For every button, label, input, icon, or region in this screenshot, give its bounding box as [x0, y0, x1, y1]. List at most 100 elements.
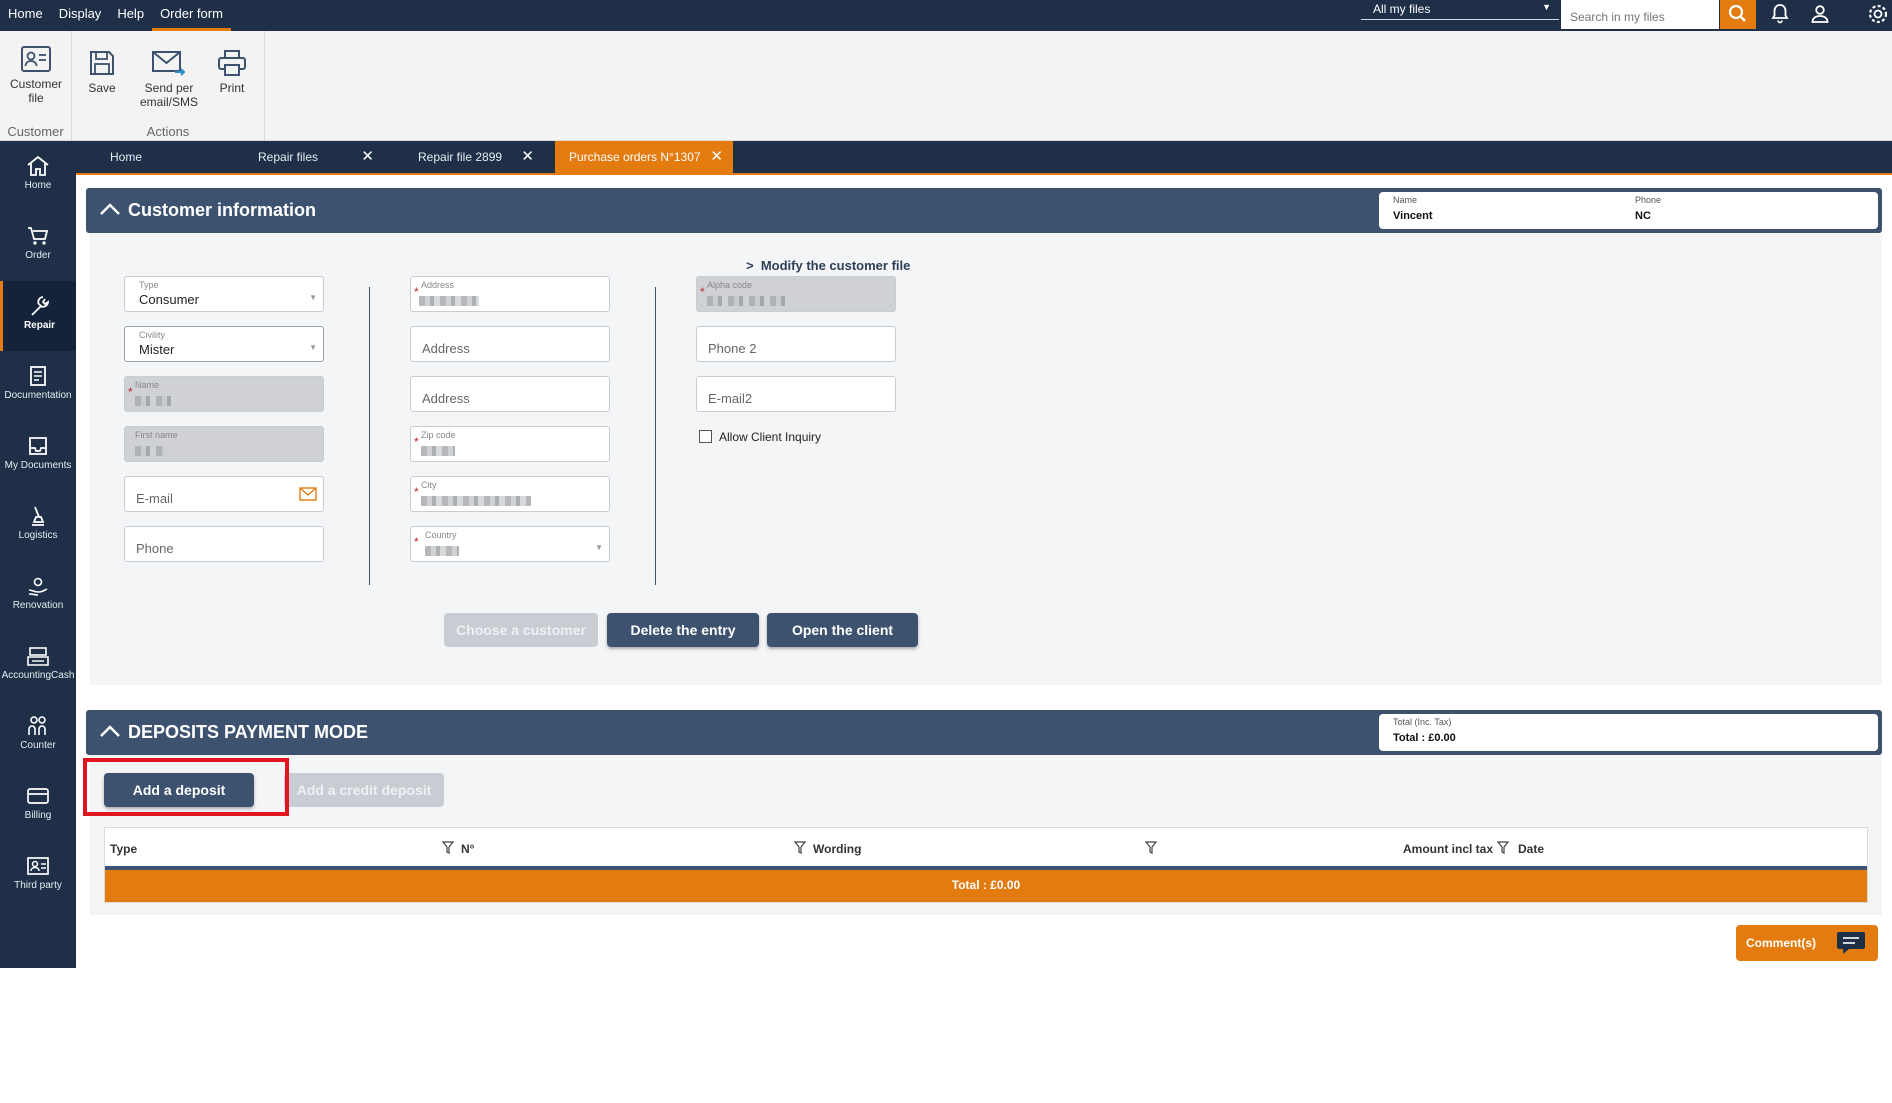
print-button[interactable]: Print [208, 49, 256, 95]
table-footer-total: Total : £0.00 [105, 870, 1867, 902]
mail-icon[interactable] [299, 486, 317, 502]
modify-customer-link[interactable]: > Modify the customer file [746, 258, 910, 273]
alpha-code-field[interactable]: * Alpha code [696, 276, 896, 312]
sidebar-item-third-party[interactable]: Third party [0, 841, 76, 911]
filter-icon[interactable] [1497, 841, 1509, 855]
sidebar-item-accounting-cash[interactable]: AccountingCash [0, 631, 76, 701]
sidebar-item-documentation[interactable]: Documentation [0, 351, 76, 421]
tab-home[interactable]: Home [76, 141, 224, 173]
close-icon[interactable]: ✕ [521, 141, 534, 173]
files-filter-select[interactable]: All my files ▼ [1361, 0, 1559, 20]
customer-file-label-1: Customer [9, 77, 62, 91]
city-field[interactable]: * City [410, 476, 610, 512]
zip-code-field[interactable]: * Zip code [410, 426, 610, 462]
chevron-up-icon[interactable] [98, 197, 122, 221]
first-name-field[interactable]: First name [124, 426, 324, 462]
bell-icon[interactable] [1768, 2, 1792, 26]
sidebar-item-home[interactable]: Home [0, 141, 76, 211]
allow-client-inquiry-checkbox[interactable] [699, 430, 712, 443]
sidebar-item-order[interactable]: Order [0, 211, 76, 281]
chat-bubble-icon [1837, 932, 1865, 954]
home-icon [27, 155, 49, 176]
customer-summary-box: Name Vincent Phone NC [1379, 192, 1878, 229]
phone2-field[interactable]: Phone 2 [696, 326, 896, 362]
total-label: Total (Inc. Tax) [1393, 717, 1452, 727]
renovation-icon [28, 577, 48, 596]
menu-home[interactable]: Home [0, 0, 51, 31]
tabs-bar: Home Repair files ✕ Repair file 2899 ✕ Pur… [76, 141, 1892, 173]
close-icon[interactable]: ✕ [361, 141, 374, 173]
required-marker: * [700, 285, 705, 299]
sidebar-item-billing[interactable]: Billing [0, 771, 76, 841]
save-button[interactable]: Save [78, 49, 126, 95]
deposits-section-header[interactable]: DEPOSITS PAYMENT MODE Total (Inc. Tax) T… [86, 710, 1882, 755]
tab-label: Repair file 2899 [418, 150, 503, 164]
customer-file-button[interactable]: Customer file [4, 45, 68, 105]
sidebar-item-repair[interactable]: Repair [0, 281, 76, 351]
open-client-button[interactable]: Open the client [767, 613, 918, 647]
menu-order-form[interactable]: Order form [152, 0, 231, 31]
type-select[interactable]: Type Consumer ▼ [124, 276, 324, 312]
search-button[interactable] [1720, 0, 1756, 29]
choose-customer-button[interactable]: Choose a customer [444, 613, 598, 647]
search-input[interactable]: Search in my files [1561, 0, 1719, 29]
sidebar-label: AccountingCash [1, 670, 75, 681]
name-field[interactable]: * Name [124, 376, 324, 412]
tab-purchase-order[interactable]: Purchase orders N°1307 ✕ [555, 141, 733, 173]
column-header-type[interactable]: Type [110, 842, 137, 856]
filter-icon[interactable] [794, 841, 806, 855]
tab-label: Home [110, 150, 143, 164]
column-header-date[interactable]: Date [1518, 842, 1544, 856]
save-label: Save [88, 81, 116, 95]
comments-button[interactable]: Comment(s) [1736, 925, 1878, 961]
menu-display[interactable]: Display [51, 0, 110, 31]
sidebar-item-logistics[interactable]: Logistics [0, 491, 76, 561]
gear-icon[interactable] [1866, 2, 1890, 26]
civility-select[interactable]: Civility Mister ▼ [124, 326, 324, 362]
tab-repair-file[interactable]: Repair file 2899 ✕ [384, 141, 544, 173]
email2-field[interactable]: E-mail2 [696, 376, 896, 412]
address-field[interactable]: * Address [410, 276, 610, 312]
tab-repair-files[interactable]: Repair files ✕ [224, 141, 384, 173]
phone-field[interactable]: Phone [124, 526, 324, 562]
highlight-annotation [83, 758, 289, 816]
sidebar-item-my-documents[interactable]: My Documents [0, 421, 76, 491]
menu-help[interactable]: Help [109, 0, 152, 31]
column-header-wording[interactable]: Wording [813, 842, 861, 856]
user-icon[interactable] [1808, 2, 1832, 26]
table-header: Type N° Wording Amount incl tax Date [105, 828, 1867, 870]
field-label: Name [135, 380, 160, 390]
sidebar-label: Counter [20, 740, 56, 751]
address-line3-field[interactable]: Address [410, 376, 610, 412]
top-menu: Home Display Help Order form [0, 0, 231, 31]
field-label: City [421, 480, 437, 490]
send-email-sms-button[interactable]: Send per email/SMS [134, 49, 204, 109]
sidebar-label: Logistics [18, 530, 58, 541]
customer-card-icon [21, 46, 51, 72]
customer-section-header[interactable]: Customer information Name Vincent Phone … [86, 188, 1882, 233]
collapse-sidebar-icon[interactable]: « [28, 1075, 41, 1103]
email-field[interactable]: E-mail [124, 476, 324, 512]
field-label: Zip code [421, 430, 456, 440]
column-header-number[interactable]: N° [461, 842, 474, 856]
chevron-down-icon: ▼ [595, 543, 603, 552]
delete-entry-button[interactable]: Delete the entry [607, 613, 759, 647]
summary-name-value: Vincent [1393, 210, 1433, 222]
address-line2-field[interactable]: Address [410, 326, 610, 362]
sidebar-item-counter[interactable]: Counter [0, 701, 76, 771]
redacted-value [421, 446, 455, 456]
cash-register-icon [27, 647, 49, 666]
column-header-amount[interactable]: Amount incl tax [1403, 842, 1493, 856]
chevron-down-icon: ▼ [309, 293, 317, 302]
top-bar: Home Display Help Order form All my file… [0, 0, 1892, 31]
filter-icon[interactable] [442, 841, 454, 855]
country-select[interactable]: * Country ▼ [410, 526, 610, 562]
sidebar: Home Order Repair Documentation My Docum… [0, 141, 76, 1102]
filter-icon[interactable] [1145, 841, 1157, 855]
send-label-2: email/SMS [139, 95, 198, 109]
chevron-up-icon[interactable] [98, 719, 122, 743]
sidebar-item-renovation[interactable]: Renovation [0, 561, 76, 631]
customer-panel: > Modify the customer file Type Consumer… [90, 233, 1882, 685]
add-credit-deposit-button[interactable]: Add a credit deposit [284, 773, 444, 807]
close-icon[interactable]: ✕ [710, 141, 723, 173]
